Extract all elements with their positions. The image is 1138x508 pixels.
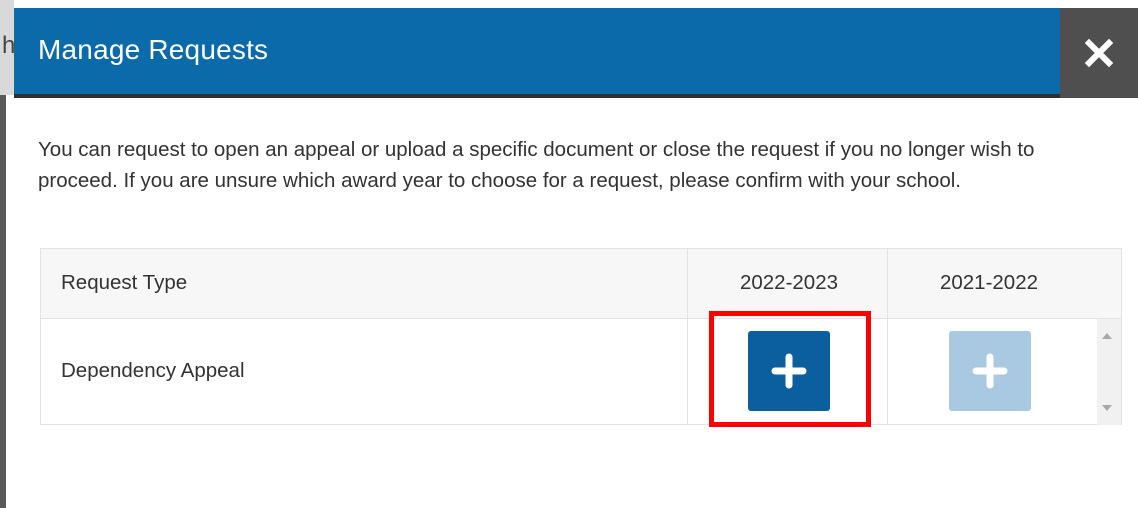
close-button[interactable] [1060, 8, 1138, 98]
table-header: Request Type 2022-2023 2021-2022 [41, 249, 1121, 319]
backdrop-edge [0, 95, 6, 508]
plus-icon [771, 353, 807, 389]
add-request-2021-2022-button [949, 331, 1031, 411]
header-divider [14, 94, 1060, 98]
add-request-2022-2023-button[interactable] [748, 331, 830, 411]
dialog-description: You can request to open an appeal or upl… [38, 138, 1035, 192]
dialog-header: Manage Requests [14, 8, 1060, 94]
header-year-2022-2023: 2022-2023 [739, 271, 839, 294]
manage-requests-dialog: Manage Requests You can request to open … [14, 8, 1138, 508]
table-scrollbar[interactable] [1097, 319, 1121, 425]
close-icon [1084, 38, 1114, 68]
scroll-up-arrow-icon[interactable] [1102, 333, 1112, 339]
request-type-cell: Dependency Appeal [61, 359, 245, 382]
backdrop: h [0, 0, 15, 508]
table-row: Dependency Appeal [41, 311, 1121, 427]
header-request-type: Request Type [61, 271, 188, 294]
dialog-title: Manage Requests [38, 34, 269, 65]
plus-icon [972, 353, 1008, 389]
requests-table: Request Type 2022-2023 2021-2022 Depende… [40, 248, 1122, 427]
scroll-down-arrow-icon[interactable] [1102, 405, 1112, 411]
header-year-2021-2022: 2021-2022 [939, 271, 1039, 294]
